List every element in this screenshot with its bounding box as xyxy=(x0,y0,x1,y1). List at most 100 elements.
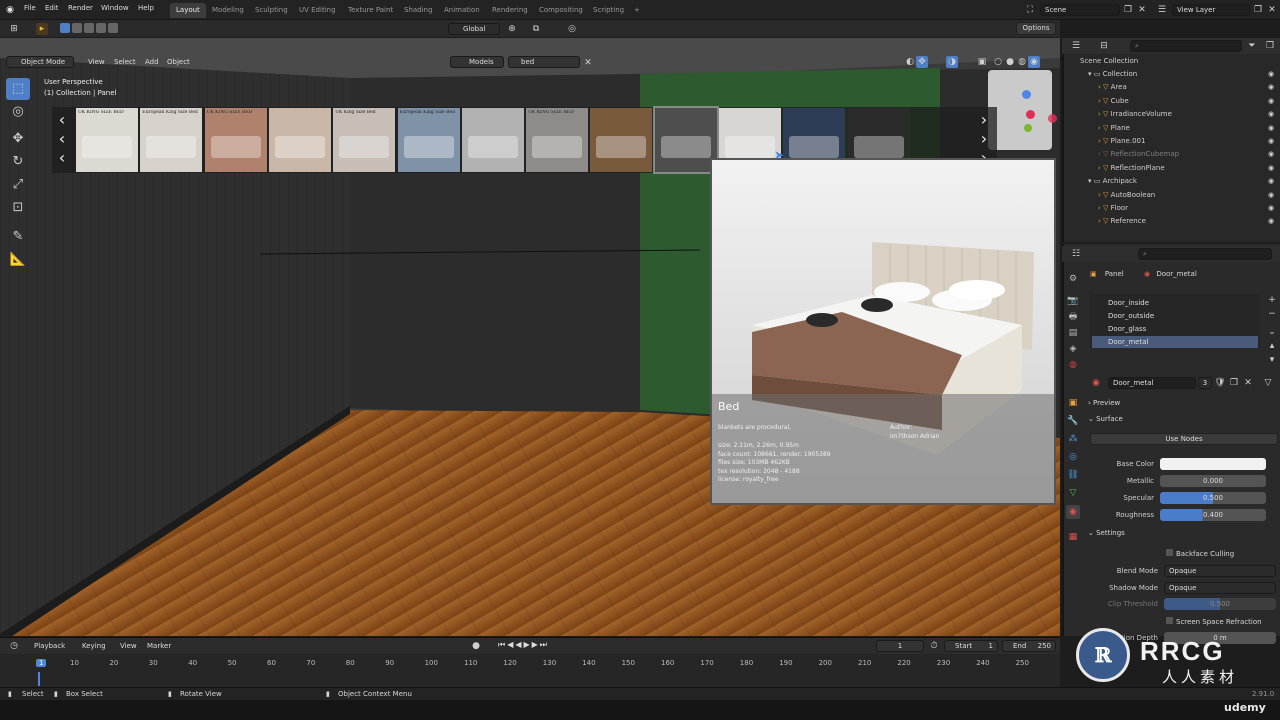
add-slot-icon[interactable]: + xyxy=(1266,294,1278,306)
use-nodes-button[interactable]: Use Nodes xyxy=(1090,433,1278,445)
editor-type-icon[interactable]: ⊞ xyxy=(8,23,20,35)
texture-tab-icon[interactable]: ▦ xyxy=(1066,530,1080,544)
tab-shading[interactable]: Shading xyxy=(398,3,438,18)
vp-menu-view[interactable]: View xyxy=(88,58,105,66)
scene-field[interactable]: Scene xyxy=(1040,4,1120,16)
visibility-eye-icon[interactable]: ◉ xyxy=(1268,204,1274,217)
metallic-field[interactable]: 0.000 xyxy=(1160,475,1266,487)
rotate-tool-icon[interactable]: ↻ xyxy=(6,151,30,173)
ssr-checkbox[interactable]: Screen Space Refraction xyxy=(1166,617,1262,626)
visibility-eye-icon[interactable]: ◉ xyxy=(1268,137,1274,150)
outliner-item[interactable]: › ▽ Reference xyxy=(1098,217,1280,230)
solid-shading-icon[interactable]: ● xyxy=(1004,56,1016,68)
blend-mode-dropdown[interactable]: Opaque xyxy=(1164,565,1276,577)
xray-icon[interactable]: ▣ xyxy=(976,56,988,68)
material-slot[interactable]: Door_outside xyxy=(1092,310,1258,322)
clip-threshold-field[interactable]: 0.500 xyxy=(1164,598,1276,610)
add-workspace-button[interactable]: + xyxy=(628,3,646,18)
material-slot[interactable]: Door_inside xyxy=(1092,297,1258,309)
visibility-eye-icon[interactable]: ◉ xyxy=(1268,191,1274,204)
transform-orientation-dropdown[interactable]: Global xyxy=(448,23,500,35)
transform-tool-icon[interactable]: ⊡ xyxy=(6,197,30,219)
asset-category-dropdown[interactable]: Models xyxy=(450,56,504,68)
search-clear-icon[interactable]: ✕ xyxy=(582,57,594,69)
visibility-eye-icon[interactable]: ◉ xyxy=(1268,70,1274,83)
rendered-shading-icon[interactable]: ◉ xyxy=(1028,56,1040,68)
new-collection-icon[interactable]: ❐ xyxy=(1264,40,1276,52)
outliner-scene-collection[interactable]: Scene Collection xyxy=(1080,57,1138,70)
scene-tab-icon[interactable]: ◈ xyxy=(1066,342,1080,356)
visibility-eye-icon[interactable]: ◉ xyxy=(1268,110,1274,123)
material-browse-icon[interactable]: ◉ xyxy=(1090,377,1102,389)
menu-help[interactable]: Help xyxy=(138,4,154,12)
select-box-tool-icon[interactable]: ⬚ xyxy=(6,78,30,100)
data-tab-icon[interactable]: ▽ xyxy=(1066,486,1080,500)
timeline-menu-playback[interactable]: Playback xyxy=(34,642,65,650)
move-tool-icon[interactable]: ✥ xyxy=(6,128,30,150)
unlink-material-icon[interactable]: ✕ xyxy=(1242,377,1254,389)
slot-down-icon[interactable]: ▾ xyxy=(1266,354,1278,366)
backface-culling-checkbox[interactable]: Backface Culling xyxy=(1166,549,1234,558)
menu-render[interactable]: Render xyxy=(68,4,93,12)
base-color-swatch[interactable] xyxy=(1160,458,1266,470)
gizmo-z-axis[interactable] xyxy=(1022,90,1031,99)
gizmo-x-neg[interactable] xyxy=(1048,114,1057,123)
asset-prev-icon[interactable]: ‹ ‹ ‹ xyxy=(54,110,70,170)
outliner-item[interactable]: › ▽ Plane.001 xyxy=(1098,137,1280,150)
vp-menu-select[interactable]: Select xyxy=(114,58,136,66)
modifier-tab-icon[interactable]: 🔧 xyxy=(1066,414,1080,428)
asset-thumbnail[interactable]: UK KING SIZE BED xyxy=(204,108,267,172)
wireframe-shading-icon[interactable]: ○ xyxy=(992,56,1004,68)
asset-thumbnail[interactable]: UK King Size Bed xyxy=(333,108,396,172)
record-icon[interactable]: ● xyxy=(470,640,482,652)
asset-thumbnail[interactable]: European King Size Bed xyxy=(397,108,460,172)
render-tab-icon[interactable]: 📷 xyxy=(1066,294,1080,308)
outliner-search-input[interactable]: ⌕ xyxy=(1130,40,1242,52)
timeline-menu-keying[interactable]: Keying xyxy=(82,642,106,650)
visibility-eye-icon[interactable]: ◉ xyxy=(1268,97,1274,110)
menu-edit[interactable]: Edit xyxy=(45,4,59,12)
fake-user-icon[interactable]: 🛡 xyxy=(1214,377,1226,389)
snap-icon[interactable]: ⧉ xyxy=(530,23,542,35)
playhead[interactable] xyxy=(38,672,40,686)
constraints-tab-icon[interactable]: ⛓ xyxy=(1066,468,1080,482)
material-shading-icon[interactable]: ◍ xyxy=(1016,56,1028,68)
visibility-eye-icon[interactable]: ◉ xyxy=(1268,217,1274,230)
physics-tab-icon[interactable]: ◎ xyxy=(1066,450,1080,464)
playback-controls[interactable]: ⏮◀◀▶▶⏭ xyxy=(498,640,568,652)
roughness-field[interactable]: 0.400 xyxy=(1160,509,1266,521)
tab-layout[interactable]: Layout xyxy=(170,3,206,18)
outliner-item[interactable]: › ▽ IrradianceVolume xyxy=(1098,110,1280,123)
preview-section-header[interactable]: › Preview xyxy=(1088,399,1278,411)
slot-up-icon[interactable]: ▴ xyxy=(1266,340,1278,352)
material-tab-icon[interactable]: ◉ xyxy=(1066,505,1080,519)
asset-thumbnail[interactable] xyxy=(590,108,653,172)
new-scene-icon[interactable]: ❐ xyxy=(1122,4,1134,16)
asset-thumbnail[interactable]: UK KING SIZE BED xyxy=(526,108,589,172)
vp-menu-add[interactable]: Add xyxy=(145,58,159,66)
timeline-menu-marker[interactable]: Marker xyxy=(147,642,171,650)
measure-tool-icon[interactable]: 📐 xyxy=(6,249,30,271)
visibility-eye-icon[interactable]: ◉ xyxy=(1268,83,1274,96)
delete-view-layer-icon[interactable]: ✕ xyxy=(1266,4,1278,16)
asset-thumbnail[interactable] xyxy=(268,108,331,172)
end-frame-field[interactable]: End 250 xyxy=(1002,640,1056,652)
filter-icon[interactable]: ⏷ xyxy=(1246,40,1258,52)
outliner-item[interactable]: ▾ ▭ Archipack xyxy=(1088,177,1278,190)
tab-compositing[interactable]: Compositing xyxy=(533,3,589,18)
clock-icon[interactable]: ⏱ xyxy=(928,640,940,652)
tab-sculpting[interactable]: Sculpting xyxy=(249,3,294,18)
view-layer-tab-icon[interactable]: ▤ xyxy=(1066,326,1080,340)
world-tab-icon[interactable]: ◍ xyxy=(1066,358,1080,372)
tab-texture-paint[interactable]: Texture Paint xyxy=(342,3,399,18)
pivot-icon[interactable]: ⊕ xyxy=(506,23,518,35)
annotate-tool-icon[interactable]: ✎ xyxy=(6,226,30,248)
outliner-item[interactable]: ▾ ▭ Collection xyxy=(1088,70,1278,83)
mode-dropdown[interactable]: Object Mode xyxy=(6,56,74,68)
surface-section-header[interactable]: ⌄ Surface xyxy=(1088,415,1278,427)
remove-slot-icon[interactable]: − xyxy=(1266,308,1278,320)
tab-modeling[interactable]: Modeling xyxy=(206,3,250,18)
material-slot[interactable]: Door_glass xyxy=(1092,323,1258,335)
timeline-menu-view[interactable]: View xyxy=(120,642,137,650)
object-tab-icon[interactable]: ▣ xyxy=(1066,396,1080,410)
